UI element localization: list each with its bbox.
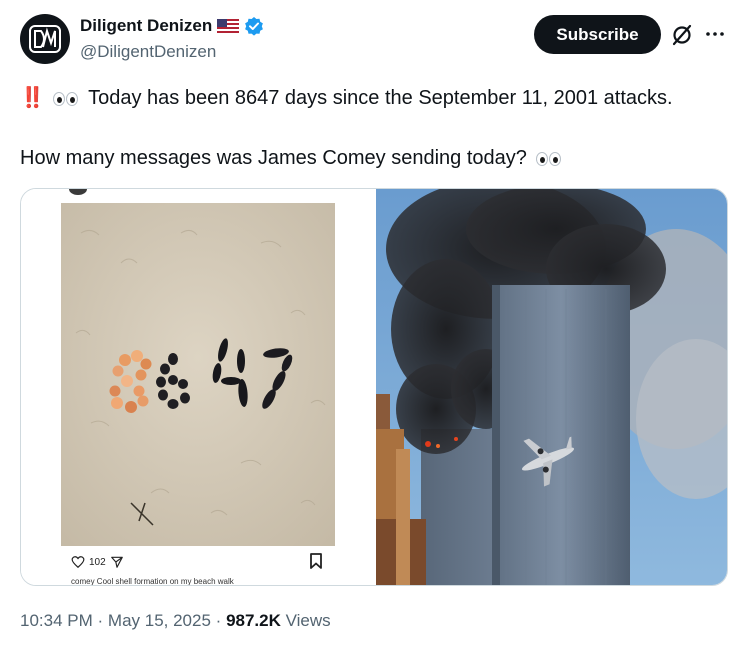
author-handle[interactable]: @DiligentDenizen [80,42,216,62]
sand-shells-illustration [61,203,335,546]
author-display-name[interactable]: Diligent Denizen [80,16,212,36]
send-icon [110,556,123,568]
author-avatar[interactable] [20,14,70,64]
tweet-time[interactable]: 10:34 PM [20,611,93,630]
subscribe-button[interactable]: Subscribe [534,15,661,54]
media-image-left[interactable]: 102 comey Cool shell formation on my bea… [21,189,376,586]
tweet-footer: 10:34 PM · May 15, 2025 · 987.2K Views [20,611,331,631]
avatar-logo-icon [29,25,61,53]
grok-icon[interactable] [670,23,694,47]
us-flag-icon [217,19,240,33]
double-exclamation-emoji: ‼️ [20,87,45,109]
heart-icon [71,556,85,569]
tweet-text-line-1: ‼️ Today has been 8647 days since the Se… [20,85,673,111]
post-caption: comey Cool shell formation on my beach w… [71,577,234,586]
like-count: 102 [89,556,106,568]
eyes-emoji-icon [536,151,562,166]
towers-photo [376,189,727,585]
tweet-media[interactable]: 102 comey Cool shell formation on my bea… [20,188,728,586]
sand-photo [61,203,335,546]
views-label: Views [285,611,331,630]
author-name-row: Diligent Denizen [80,16,264,36]
views-count[interactable]: 987.2K [226,611,281,630]
verified-badge-icon[interactable] [244,16,264,36]
media-image-right[interactable] [376,189,727,585]
footer-separator: · [97,611,104,630]
eyes-emoji-icon [52,91,79,106]
tweet-sentence-1: Today has been 8647 days since the Septe… [88,87,673,109]
tweet-text-line-2: How many messages was James Comey sendin… [20,145,566,171]
tweet-sentence-2: How many messages was James Comey sendin… [20,147,527,169]
post-avatar [69,189,87,195]
tweet: Diligent Denizen @DiligentDenizen Subscr… [0,0,747,651]
bookmark-icon [310,553,322,569]
tweet-date[interactable]: May 15, 2025 [108,611,211,630]
post-actions: 102 [71,555,124,569]
more-icon[interactable] [703,22,727,46]
footer-separator: · [215,611,222,630]
